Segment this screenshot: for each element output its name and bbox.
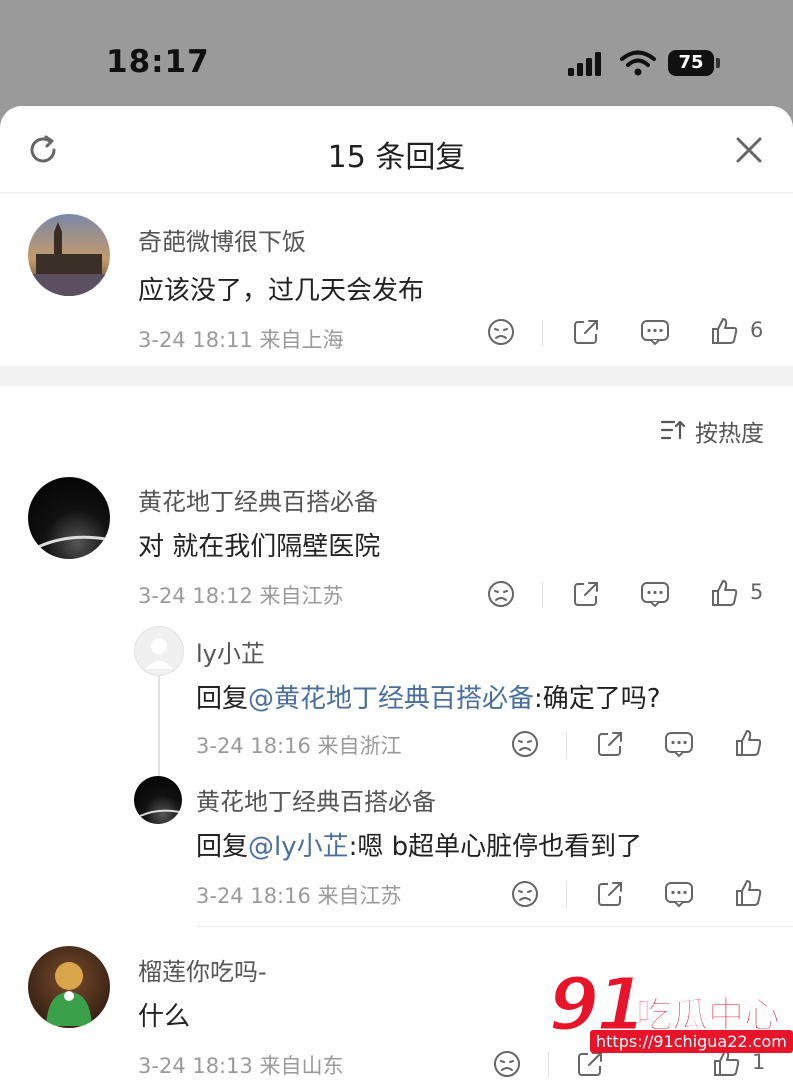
- reply-username[interactable]: ly小芷: [196, 634, 265, 669]
- sort-label: 按热度: [695, 421, 764, 447]
- action-bar: [0, 878, 793, 914]
- mention-link[interactable]: @黄花地丁经典百搭必备: [248, 684, 534, 714]
- share-icon[interactable]: [596, 730, 624, 758]
- replies-sheet: 15 条回复 奇葩微博很下饭 应该没了，过几天会发布 3-24 18:11 来自…: [0, 106, 793, 1080]
- avatar[interactable]: [134, 626, 184, 676]
- sheet-title: 15 条回复: [327, 140, 466, 175]
- section-divider: [0, 366, 793, 386]
- like-icon[interactable]: [734, 728, 764, 758]
- comment-username[interactable]: 黄花地丁经典百搭必备: [138, 482, 378, 517]
- like-count: 5: [750, 580, 764, 604]
- dislike-icon[interactable]: [511, 880, 539, 908]
- reply-text: 回复@ly小芷:嗯 b超单心脏停也看到了: [196, 826, 642, 863]
- comment-username[interactable]: 奇葩微博很下饭: [138, 222, 306, 257]
- share-icon[interactable]: [572, 580, 600, 608]
- dislike-icon[interactable]: [511, 730, 539, 758]
- avatar[interactable]: [28, 477, 110, 559]
- reply-body: :嗯 b超单心脏停也看到了: [348, 832, 643, 862]
- avatar-image: [46, 962, 92, 1026]
- comment-icon[interactable]: [640, 318, 670, 346]
- reply-prefix: 回复: [196, 684, 249, 714]
- reply-username[interactable]: 黄花地丁经典百搭必备: [196, 782, 436, 817]
- like-icon[interactable]: [710, 316, 740, 346]
- avatar[interactable]: [28, 946, 110, 1028]
- cellular-signal-icon: [568, 52, 601, 76]
- mention-link[interactable]: @ly小芷: [248, 832, 349, 862]
- separator: [542, 582, 543, 608]
- battery-tip: [716, 58, 720, 68]
- reply-text: 回复@黄花地丁经典百搭必备:确定了吗?: [196, 678, 661, 715]
- comment-text: 对 就在我们隔壁医院: [138, 532, 381, 562]
- reply-body: :确定了吗?: [534, 684, 661, 714]
- separator: [542, 320, 543, 346]
- avatar[interactable]: [134, 776, 182, 824]
- avatar-image: [28, 222, 110, 296]
- avatar-image: [37, 535, 107, 549]
- avatar-image: [139, 809, 181, 817]
- default-avatar-icon: [145, 638, 173, 669]
- watermark-url: https://91chigua22.com: [590, 1030, 793, 1053]
- action-bar: 6: [0, 316, 793, 352]
- comment-username[interactable]: 榴莲你吃吗-: [138, 952, 267, 987]
- row-separator: [196, 926, 793, 927]
- comment-text: 什么: [138, 1002, 191, 1032]
- dislike-icon[interactable]: [487, 318, 515, 346]
- comment-icon[interactable]: [640, 580, 670, 608]
- comment-icon[interactable]: [664, 880, 694, 908]
- share-icon[interactable]: [572, 318, 600, 346]
- wifi-icon: [620, 50, 656, 76]
- reply-prefix: 回复: [196, 832, 249, 862]
- like-icon[interactable]: [734, 878, 764, 908]
- status-bar: 18:17 75: [0, 0, 793, 106]
- avatar[interactable]: [28, 214, 110, 296]
- comment-text: 应该没了，过几天会发布: [138, 276, 425, 306]
- sort-button[interactable]: 按热度: [660, 414, 770, 447]
- battery-indicator: 75: [668, 50, 714, 76]
- action-bar: 5: [0, 578, 793, 614]
- comment-icon[interactable]: [664, 730, 694, 758]
- separator: [566, 732, 567, 758]
- action-bar: [0, 728, 793, 764]
- like-icon[interactable]: [710, 578, 740, 608]
- dislike-icon[interactable]: [493, 1050, 521, 1078]
- separator: [566, 882, 567, 908]
- watermark: 91 吃瓜中心 https://91chigua22.com: [547, 961, 793, 1072]
- sheet-header: 15 条回复: [0, 106, 793, 193]
- like-count: 6: [750, 318, 764, 342]
- sort-icon: [660, 420, 686, 440]
- dislike-icon[interactable]: [487, 580, 515, 608]
- status-time: 18:17: [106, 44, 210, 80]
- share-icon[interactable]: [596, 880, 624, 908]
- close-icon[interactable]: [735, 136, 763, 164]
